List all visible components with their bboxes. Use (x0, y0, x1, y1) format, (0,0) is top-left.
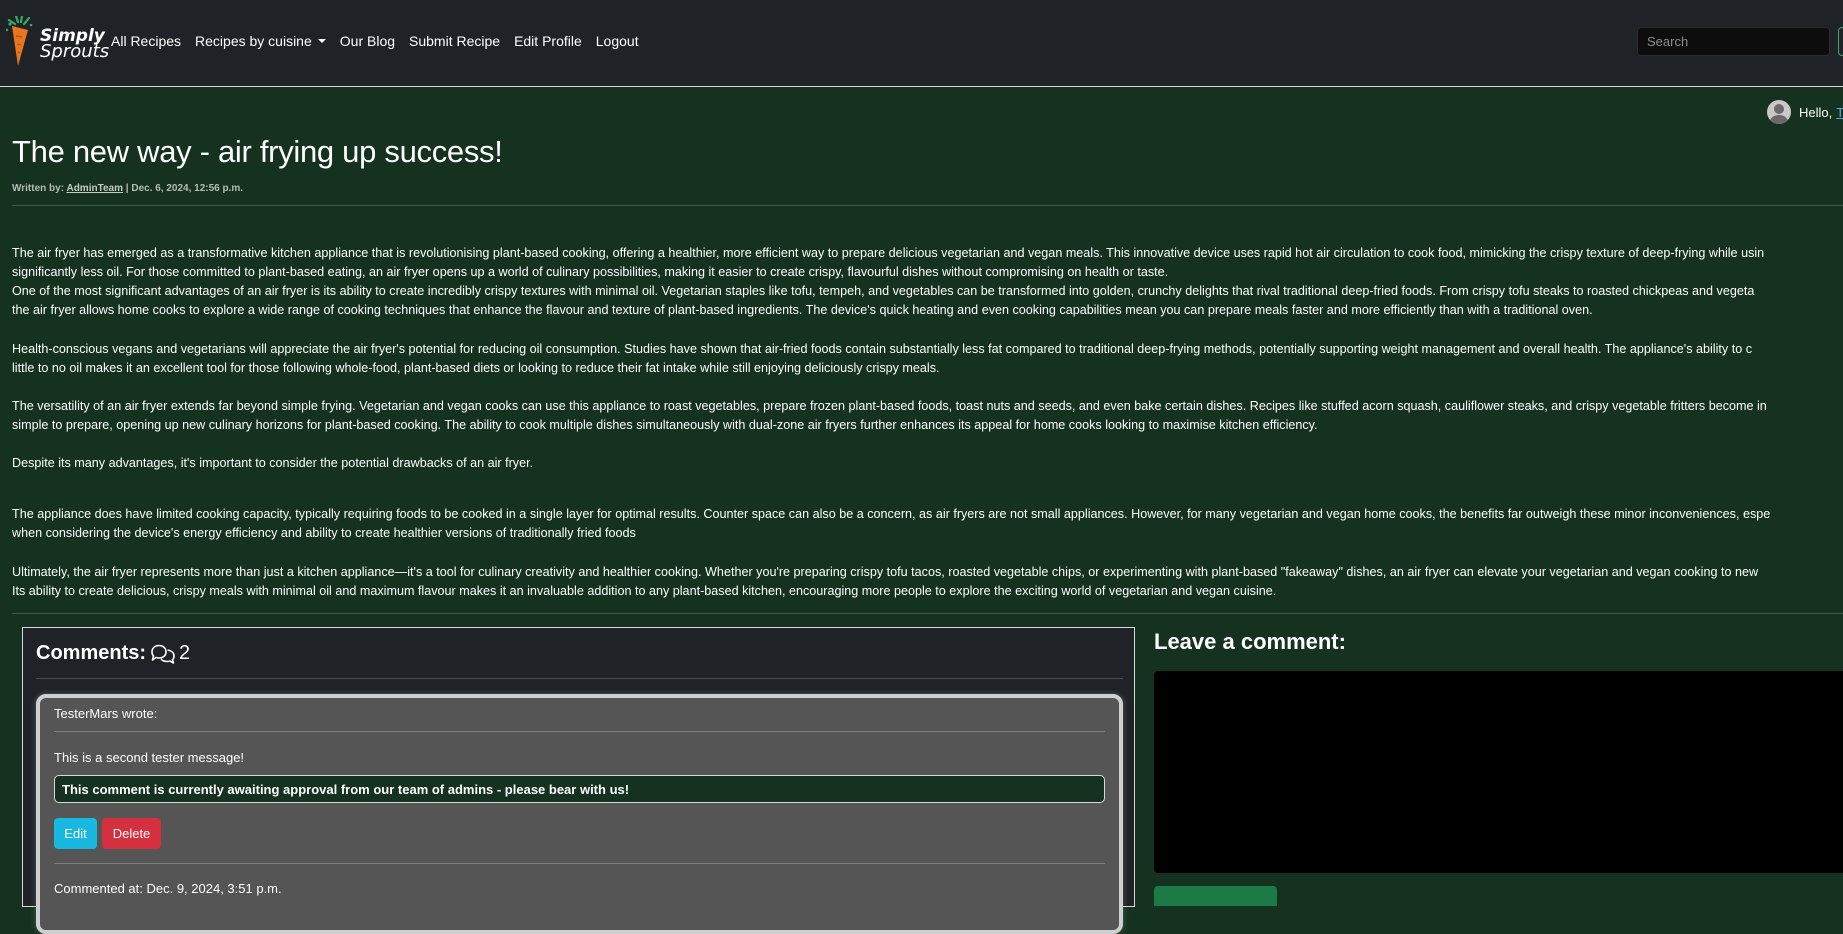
nav-our-blog[interactable]: Our Blog (340, 33, 395, 49)
nav-logout[interactable]: Logout (596, 33, 639, 49)
post-body-divider (12, 613, 1843, 614)
comments-panel: Comments: 2 TesterMars wrote: This is a … (22, 627, 1135, 934)
author-link[interactable]: AdminTeam (66, 183, 123, 194)
post-paragraph: The versatility of an air fryer extends … (12, 397, 1843, 435)
awaiting-approval-notice: This comment is currently awaiting appro… (54, 775, 1105, 803)
post-paragraph: The air fryer has emerged as a transform… (12, 244, 1843, 282)
paragraph-line: Ultimately, the air fryer represents mor… (12, 565, 1759, 579)
written-by-label: Written by: (12, 183, 65, 194)
edit-comment-button[interactable]: Edit (54, 818, 97, 849)
nav-submit-recipe[interactable]: Submit Recipe (409, 33, 500, 49)
comment-author: TesterMars wrote: (54, 706, 158, 721)
main-nav: All Recipes Recipes by cuisine Our Blog … (111, 33, 653, 49)
comment-body: This is a second tester message! (54, 750, 245, 765)
paragraph-line: One of the most significant advantages o… (12, 284, 1755, 298)
search-input[interactable] (1637, 27, 1830, 56)
post-title: The new way - air frying up success! (12, 134, 503, 169)
paragraph-line: significantly less oil. For those commit… (12, 265, 1169, 279)
comment-divider (54, 731, 1105, 732)
navbar: Simply Sprouts All Recipes Recipes by cu… (0, 0, 1843, 87)
greeting-prefix: Hello, (1799, 104, 1833, 120)
paragraph-line: simple to prepare, opening up new culina… (12, 418, 1318, 432)
leave-comment-title: Leave a comment: (1154, 629, 1346, 654)
comments-count: 2 (179, 642, 191, 664)
chat-bubbles-icon (151, 644, 175, 664)
post-paragraph: Health-conscious vegans and vegetarians … (12, 340, 1843, 378)
nav-all-recipes[interactable]: All Recipes (111, 33, 181, 49)
comments-header: Comments: 2 (36, 642, 190, 665)
greeting-username-link[interactable]: T (1836, 105, 1843, 120)
post-byline: Written by: AdminTeam | Dec. 6, 2024, 12… (12, 183, 243, 194)
search-button[interactable] (1838, 27, 1843, 56)
caret-down-icon (317, 39, 326, 43)
comment-card: TesterMars wrote: This is a second teste… (36, 694, 1123, 934)
comments-label: Comments: (36, 642, 147, 664)
paragraph-line: Its ability to create delicious, crispy … (12, 584, 1277, 598)
paragraph-line: when considering the device's energy eff… (12, 526, 636, 540)
avatar (1767, 100, 1791, 124)
post-paragraph: One of the most significant advantages o… (12, 282, 1843, 320)
submit-comment-button[interactable] (1154, 886, 1277, 906)
nav-edit-profile[interactable]: Edit Profile (514, 33, 582, 49)
post-paragraph: Despite its many advantages, it's import… (12, 454, 1843, 473)
user-greeting: Hello, T (1767, 100, 1843, 124)
carrot-icon (5, 14, 33, 66)
nav-recipes-by-cuisine[interactable]: Recipes by cuisine (195, 33, 326, 49)
brand-logo[interactable]: Simply Sprouts (4, 14, 109, 72)
comment-divider (54, 863, 1105, 864)
paragraph-line: little to no oil makes it an excellent t… (12, 361, 940, 375)
paragraph-line: The air fryer has emerged as a transform… (12, 246, 1765, 260)
paragraph-line: the air fryer allows home cooks to explo… (12, 303, 1593, 317)
paragraph-line: Despite its many advantages, it's import… (12, 456, 534, 470)
brand-line-2: Sprouts (40, 41, 110, 62)
post-header-divider (12, 205, 1843, 206)
avatar-head (1774, 104, 1784, 114)
paragraph-line: The appliance does have limited cooking … (12, 507, 1771, 521)
paragraph-line: Health-conscious vegans and vegetarians … (12, 342, 1752, 356)
brand-name: Simply Sprouts (40, 28, 110, 62)
paragraph-line: The versatility of an air fryer extends … (12, 399, 1767, 413)
post-paragraph: Ultimately, the air fryer represents mor… (12, 563, 1843, 601)
comments-divider (36, 678, 1123, 679)
delete-comment-button[interactable]: Delete (102, 818, 161, 849)
avatar-body (1770, 115, 1788, 124)
comment-timestamp: Commented at: Dec. 9, 2024, 3:51 p.m. (54, 881, 282, 896)
byline-separator: | (125, 183, 129, 194)
post-date: Dec. 6, 2024, 12:56 p.m. (131, 183, 244, 194)
nav-recipes-by-cuisine-label: Recipes by cuisine (195, 33, 312, 49)
comment-textarea[interactable] (1154, 671, 1843, 873)
post-paragraph: The appliance does have limited cooking … (12, 505, 1843, 543)
